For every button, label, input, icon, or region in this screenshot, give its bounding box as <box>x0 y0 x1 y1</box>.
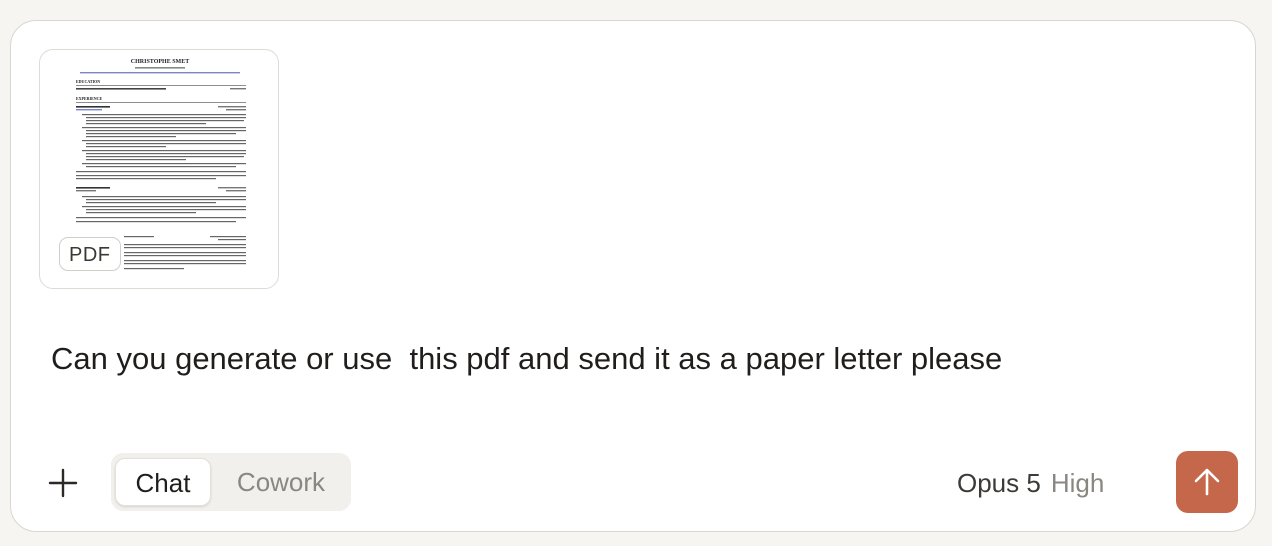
arrow-up-icon <box>1194 468 1220 496</box>
mode-toggle: Chat Cowork <box>111 453 351 511</box>
plus-icon <box>48 468 78 498</box>
send-button[interactable] <box>1176 451 1238 513</box>
message-text[interactable]: Can you generate or use this pdf and sen… <box>51 339 1002 379</box>
message-composer: CHRISTOPHE SMET EDUCATION EXPERIENCE PDF… <box>10 20 1256 532</box>
pdf-badge: PDF <box>59 237 121 271</box>
model-name: Opus 5 <box>957 468 1041 498</box>
preview-section-experience: EXPERIENCE <box>76 96 103 101</box>
mode-chat-button[interactable]: Chat <box>115 458 211 506</box>
model-selector[interactable]: Opus 5 High <box>957 461 1104 505</box>
add-attachment-button[interactable] <box>41 461 85 505</box>
model-effort: High <box>1050 468 1105 498</box>
pdf-attachment-thumbnail[interactable]: CHRISTOPHE SMET EDUCATION EXPERIENCE PDF <box>39 49 279 289</box>
preview-name: CHRISTOPHE SMET <box>131 59 189 65</box>
mode-cowork-button[interactable]: Cowork <box>219 458 343 506</box>
preview-section-education: EDUCATION <box>76 79 100 84</box>
